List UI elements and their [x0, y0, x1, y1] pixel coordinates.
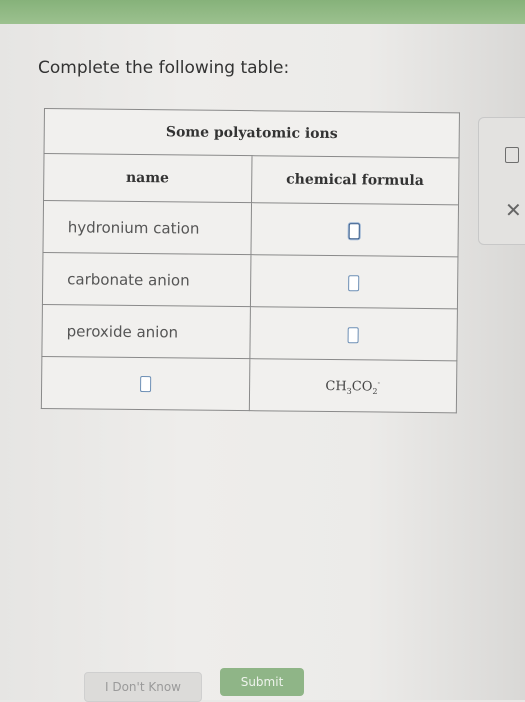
- formula-cell: [249, 254, 458, 309]
- table-row: peroxide anion: [41, 304, 458, 361]
- table-row: CH3CO2-: [41, 356, 457, 413]
- column-header-name: name: [43, 153, 252, 203]
- question-prompt: Complete the following table:: [38, 58, 290, 78]
- name-cell: [41, 356, 250, 411]
- formula-cell: [249, 306, 458, 361]
- name-answer-box[interactable]: [139, 376, 151, 393]
- column-header-formula: chemical formula: [251, 155, 460, 205]
- formula-answer-box[interactable]: [348, 222, 361, 239]
- polyatomic-ions-table: Some polyatomic ions name chemical formu…: [40, 108, 460, 414]
- table-title: Some polyatomic ions: [44, 108, 460, 158]
- side-tool-panel: [478, 117, 525, 245]
- formula-answer-box[interactable]: [348, 274, 360, 291]
- row-name: carbonate anion: [42, 252, 251, 307]
- table-row: carbonate anion: [42, 252, 458, 309]
- submit-button[interactable]: Submit: [220, 668, 304, 696]
- square-icon[interactable]: [505, 147, 519, 163]
- top-bar: [0, 0, 525, 24]
- dont-know-button[interactable]: I Don't Know: [84, 672, 202, 702]
- close-icon[interactable]: ✕: [505, 198, 522, 222]
- formula-cell: [250, 202, 459, 257]
- chemical-formula: CH3CO2-: [325, 378, 381, 397]
- row-name: peroxide anion: [41, 304, 250, 359]
- table-row: hydronium cation: [42, 200, 459, 257]
- row-name: hydronium cation: [42, 200, 252, 255]
- formula-cell: CH3CO2-: [248, 358, 457, 413]
- formula-answer-box[interactable]: [347, 326, 359, 343]
